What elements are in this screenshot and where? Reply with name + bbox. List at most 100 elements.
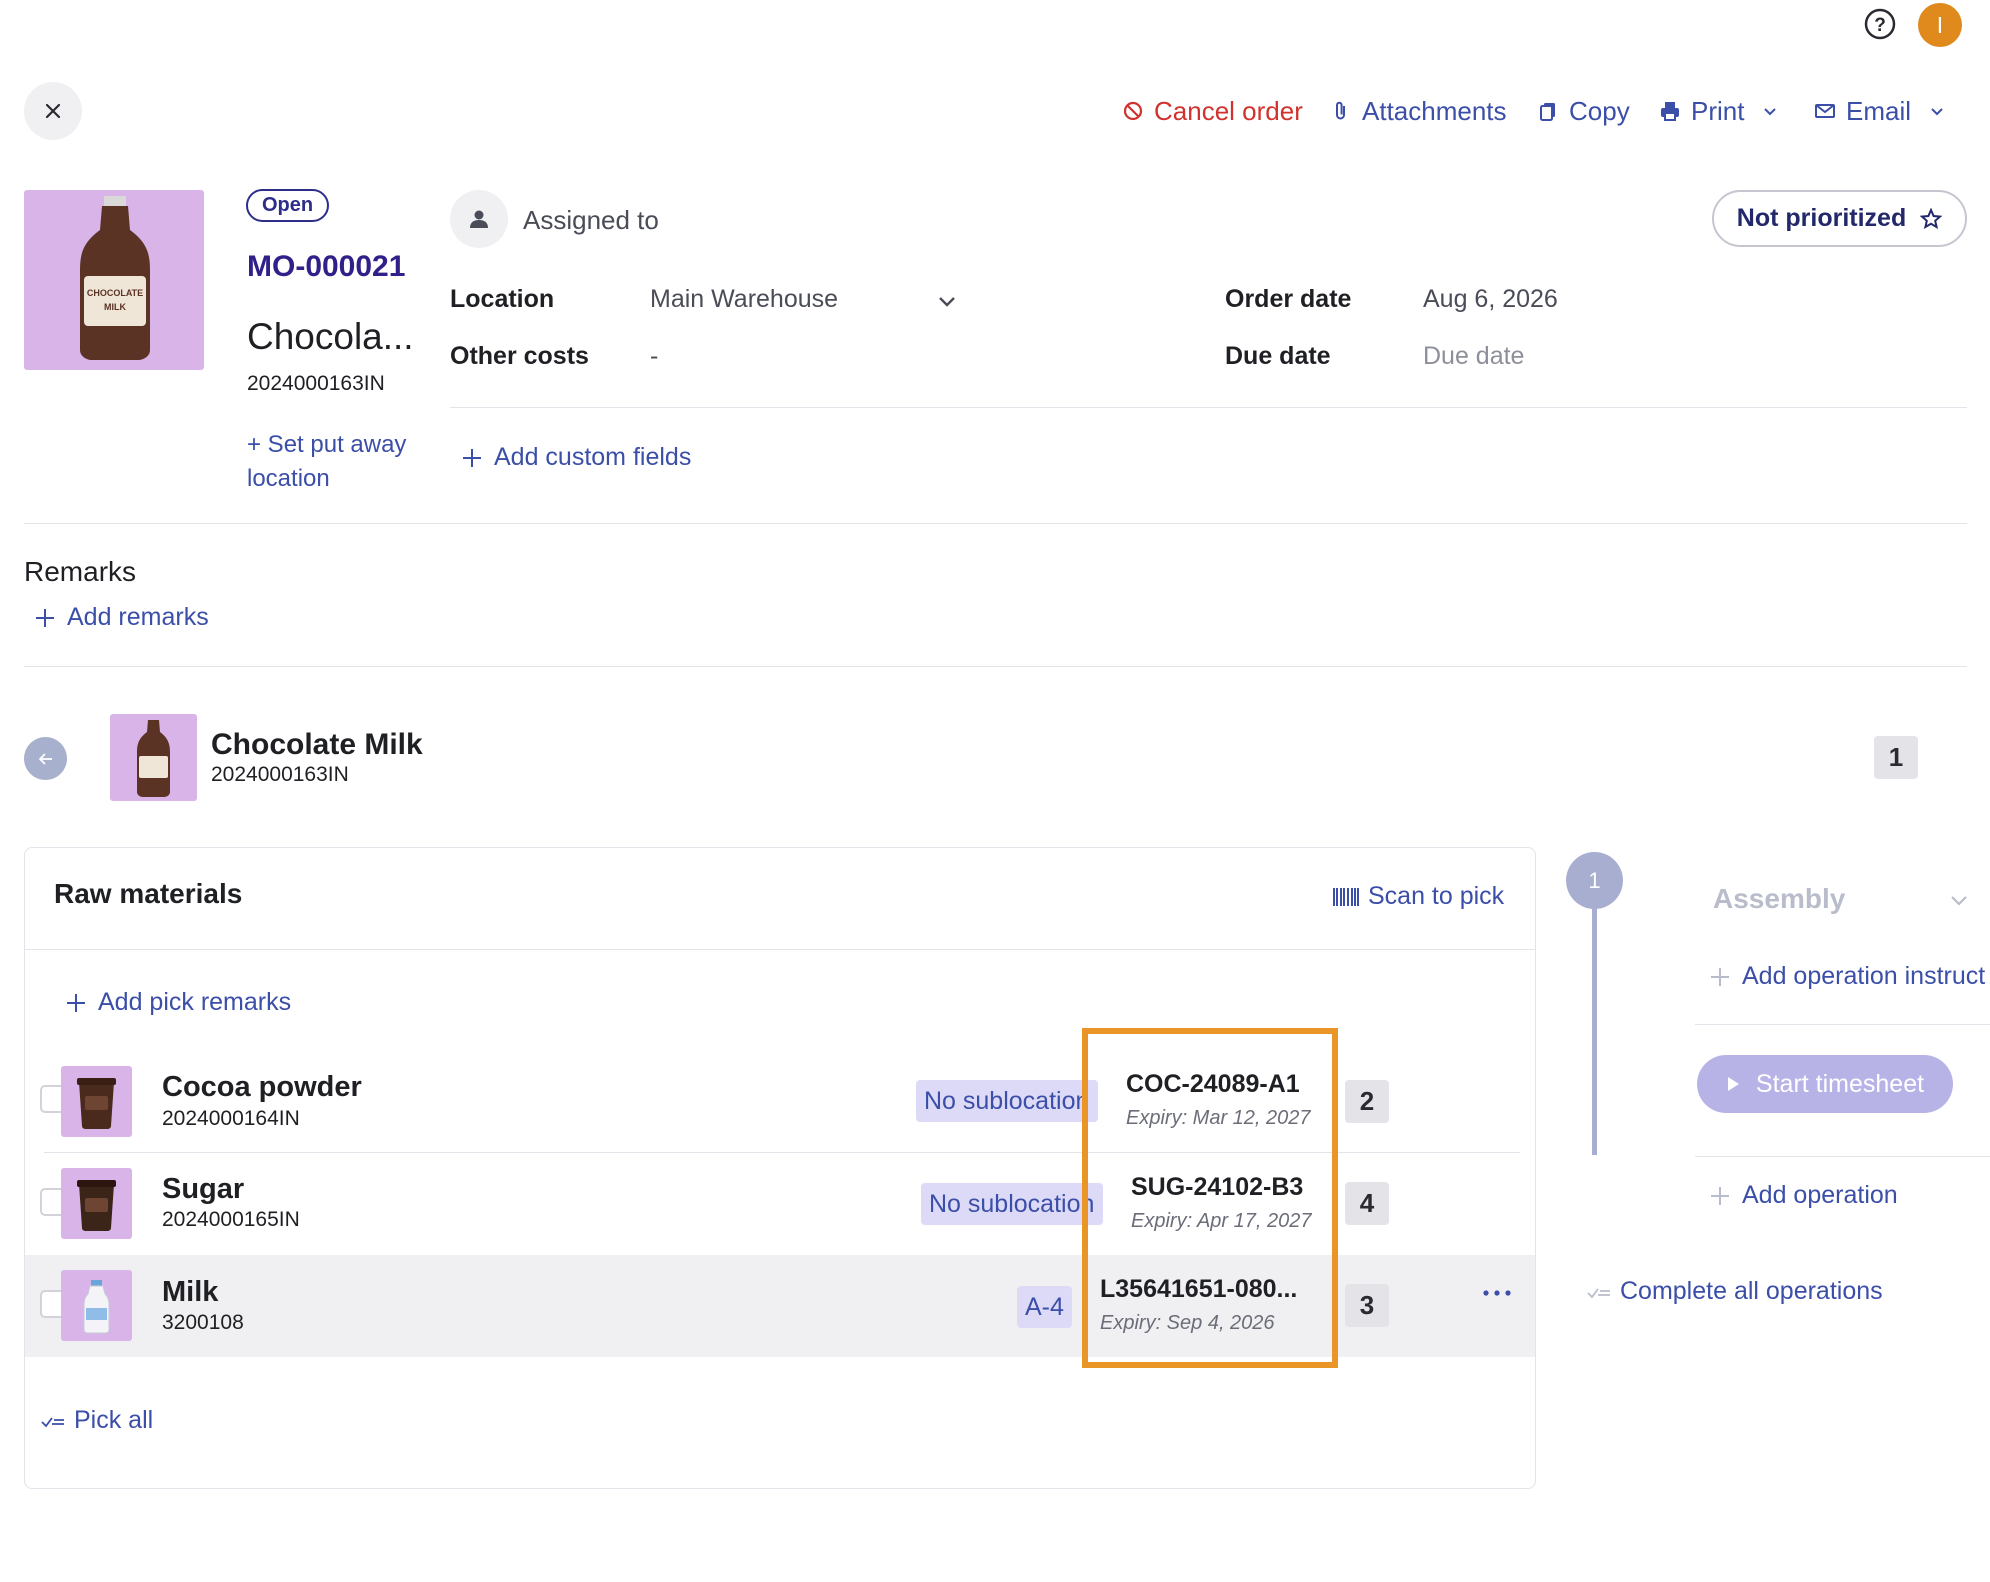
- other-costs-label: Other costs: [450, 342, 589, 370]
- batch-highlight-box: [1082, 1028, 1338, 1368]
- add-custom-fields-button[interactable]: Add custom fields: [460, 443, 691, 472]
- close-button[interactable]: [24, 82, 82, 140]
- chevron-down-icon[interactable]: [1948, 889, 1970, 911]
- material-name: Sugar: [162, 1173, 245, 1205]
- material-quantity[interactable]: 2: [1345, 1080, 1389, 1123]
- material-quantity[interactable]: 3: [1345, 1284, 1389, 1327]
- paperclip-icon: [1336, 101, 1345, 120]
- user-avatar[interactable]: I: [1918, 3, 1962, 47]
- user-icon: [470, 210, 488, 228]
- printer-icon: [1661, 102, 1679, 121]
- pick-all-label: Pick all: [74, 1406, 154, 1434]
- print-label: Print: [1691, 95, 1745, 126]
- product-header-code: 2024000163IN: [211, 763, 349, 786]
- help-icon[interactable]: ?: [1863, 7, 1897, 41]
- operation-step-number: 1: [1566, 852, 1623, 909]
- divider: [1695, 1156, 1990, 1157]
- barcode-icon: [1333, 887, 1359, 906]
- add-pick-remarks-button[interactable]: Add pick remarks: [64, 988, 291, 1017]
- back-button[interactable]: [24, 737, 67, 780]
- cancel-order-label: Cancel order: [1154, 95, 1303, 126]
- product-image: CHOCOLATE MILK: [24, 190, 204, 370]
- material-thumbnail: [61, 1066, 132, 1137]
- status-badge: Open: [246, 189, 330, 222]
- email-label: Email: [1846, 95, 1912, 126]
- double-check-icon: [1587, 1287, 1610, 1298]
- sublocation-badge[interactable]: A-4: [1017, 1286, 1072, 1328]
- double-check-icon: [41, 1416, 64, 1427]
- assigned-to-label[interactable]: Assigned to: [523, 205, 659, 236]
- more-options-button[interactable]: [1482, 1288, 1512, 1298]
- divider: [24, 666, 1967, 667]
- material-quantity[interactable]: 4: [1345, 1182, 1389, 1225]
- complete-all-operations-label: Complete all operations: [1620, 1277, 1883, 1305]
- material-name: Milk: [162, 1276, 219, 1308]
- add-remarks-button[interactable]: Add remarks: [33, 603, 209, 632]
- product-thumbnail: [110, 714, 197, 801]
- material-code: 2024000165IN: [162, 1208, 300, 1231]
- svg-text:MILK: MILK: [104, 302, 126, 312]
- close-icon: [45, 103, 61, 119]
- product-quantity: 1: [1874, 736, 1918, 779]
- material-thumbnail: [61, 1270, 132, 1341]
- plus-icon: [36, 608, 54, 627]
- assignee-picker[interactable]: [450, 190, 508, 248]
- set-putaway-location-link[interactable]: + Set put away location: [247, 428, 417, 496]
- chevron-down-icon: [1764, 108, 1777, 116]
- product-header-name: Chocolate Milk: [211, 728, 423, 761]
- attachments-label: Attachments: [1362, 95, 1507, 126]
- chevron-down-icon[interactable]: [936, 290, 958, 312]
- remarks-title: Remarks: [24, 556, 137, 587]
- svg-text:?: ?: [1874, 15, 1886, 36]
- envelope-icon: [1815, 104, 1835, 118]
- product-code: 2024000163IN: [247, 372, 385, 395]
- operation-title[interactable]: Assembly: [1713, 883, 1845, 915]
- sublocation-badge[interactable]: No sublocation: [916, 1080, 1098, 1122]
- scan-to-pick-button[interactable]: Scan to pick: [1332, 882, 1504, 911]
- scan-to-pick-label: Scan to pick: [1368, 882, 1505, 910]
- operation-step-line: [1592, 909, 1597, 1155]
- priority-label: Not prioritized: [1736, 204, 1907, 232]
- copy-label: Copy: [1569, 95, 1630, 126]
- complete-all-operations-button[interactable]: Complete all operations: [1586, 1277, 1883, 1306]
- sublocation-badge[interactable]: No sublocation: [921, 1183, 1103, 1225]
- plus-icon: [1711, 967, 1729, 986]
- divider: [25, 949, 1535, 950]
- attachments-button[interactable]: Attachments: [1330, 93, 1507, 129]
- add-operation-button[interactable]: Add operation: [1708, 1181, 1898, 1210]
- location-label: Location: [450, 285, 555, 313]
- svg-text:CHOCOLATE: CHOCOLATE: [87, 288, 143, 298]
- start-timesheet-label: Start timesheet: [1755, 1069, 1925, 1098]
- add-pick-remarks-label: Add pick remarks: [98, 988, 292, 1016]
- copy-button[interactable]: Copy: [1537, 93, 1630, 129]
- material-thumbnail: [61, 1168, 132, 1239]
- material-name: Cocoa powder: [162, 1071, 362, 1103]
- start-timesheet-button[interactable]: Start timesheet: [1697, 1055, 1953, 1113]
- add-operation-instruction-button[interactable]: Add operation instruct: [1708, 962, 1990, 991]
- star-icon: [1920, 207, 1943, 229]
- cancel-order-button[interactable]: Cancel order: [1122, 93, 1303, 129]
- plus-icon: [67, 993, 85, 1012]
- priority-button[interactable]: Not prioritized: [1712, 190, 1967, 247]
- material-code: 3200108: [162, 1311, 244, 1334]
- email-button[interactable]: Email: [1814, 93, 1945, 129]
- location-select[interactable]: Main Warehouse: [650, 285, 838, 314]
- divider: [1695, 1024, 1990, 1025]
- order-date-field[interactable]: Aug 6, 2026: [1423, 285, 1558, 314]
- pick-all-button[interactable]: Pick all: [40, 1406, 153, 1435]
- add-remarks-label: Add remarks: [67, 603, 209, 631]
- add-operation-label: Add operation: [1742, 1181, 1898, 1209]
- plus-icon: [463, 448, 481, 467]
- divider: [450, 407, 1967, 408]
- arrow-left-icon: [38, 752, 52, 765]
- order-number: MO-000021: [247, 250, 406, 283]
- due-date-field[interactable]: Due date: [1423, 342, 1524, 371]
- product-name: Chocola...: [247, 316, 414, 357]
- add-custom-fields-label: Add custom fields: [494, 443, 692, 471]
- copy-icon: [1540, 103, 1555, 121]
- cancel-icon: [1123, 101, 1143, 121]
- other-costs-value[interactable]: -: [650, 342, 658, 371]
- ellipsis-icon: [1483, 1290, 1511, 1296]
- chevron-down-icon: [1931, 108, 1943, 116]
- print-button[interactable]: Print: [1659, 93, 1778, 129]
